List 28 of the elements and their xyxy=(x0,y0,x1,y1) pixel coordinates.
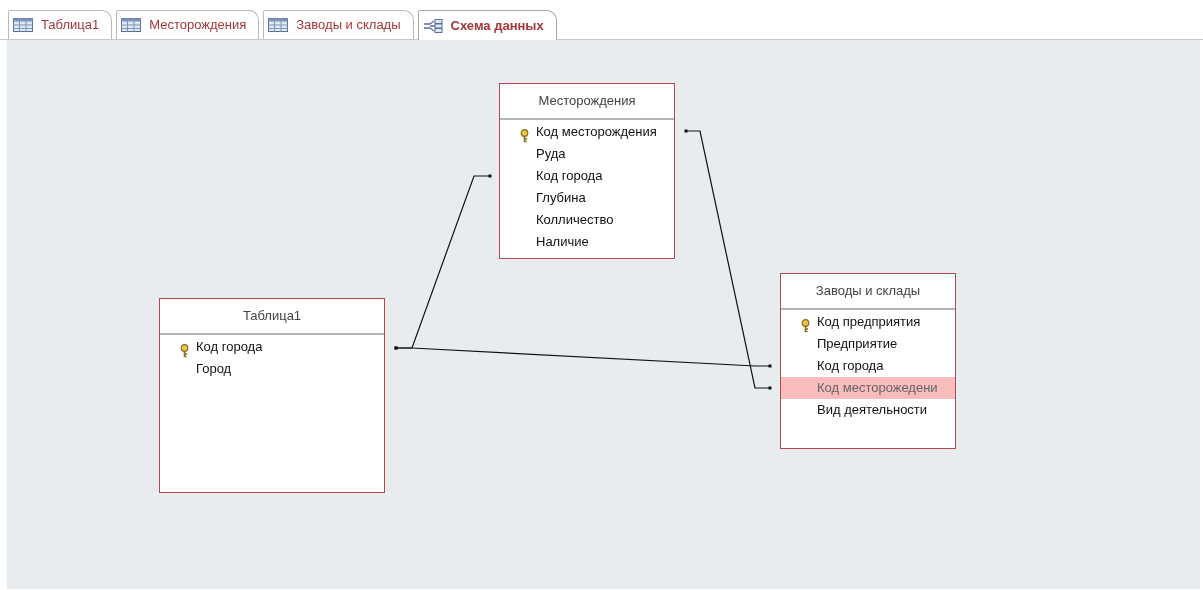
field-item[interactable]: Руда xyxy=(536,144,566,164)
relationships-icon xyxy=(422,18,443,33)
table-title: Месторождения xyxy=(500,84,674,120)
field-item[interactable]: Предприятие xyxy=(817,334,898,354)
field-item[interactable]: Колличество xyxy=(536,210,614,230)
table-title: Таблица1 xyxy=(160,299,384,335)
field-item[interactable]: Город xyxy=(196,359,232,379)
field-item[interactable]: Код предприятия xyxy=(817,312,921,332)
table-title: Заводы и склады xyxy=(781,274,955,310)
table-icon xyxy=(13,18,33,32)
table-window[interactable]: Таблица1 Код города Город xyxy=(159,298,385,493)
document-tab[interactable]: Таблица1 xyxy=(8,10,113,39)
field-item[interactable]: Код города xyxy=(536,166,603,186)
field-item[interactable]: Код города xyxy=(196,337,263,357)
field-item[interactable]: Вид деятельности xyxy=(817,400,928,420)
field-item[interactable]: Глубина xyxy=(536,188,586,208)
field-item[interactable]: Код города xyxy=(817,356,884,376)
document-tab[interactable]: Месторождения xyxy=(116,10,260,39)
document-tab[interactable]: Заводы и склады xyxy=(263,10,414,39)
table-icon xyxy=(121,18,142,32)
relationship-line[interactable] xyxy=(394,346,772,368)
field-item[interactable]: Наличие xyxy=(536,232,589,252)
field-item[interactable]: Код месторождения xyxy=(536,122,657,142)
table-window[interactable]: Заводы и склады Код предприятия Предприятие Код города Код месторожедени Вид деятельности xyxy=(780,273,956,449)
field-item[interactable]: Код месторожедени xyxy=(781,377,955,399)
table-icon xyxy=(268,18,289,32)
table-window[interactable]: Месторождения Код месторождения Руда Код города Глубина Колличество Наличие xyxy=(499,83,675,259)
document-tab[interactable]: Схема данных xyxy=(417,10,557,40)
